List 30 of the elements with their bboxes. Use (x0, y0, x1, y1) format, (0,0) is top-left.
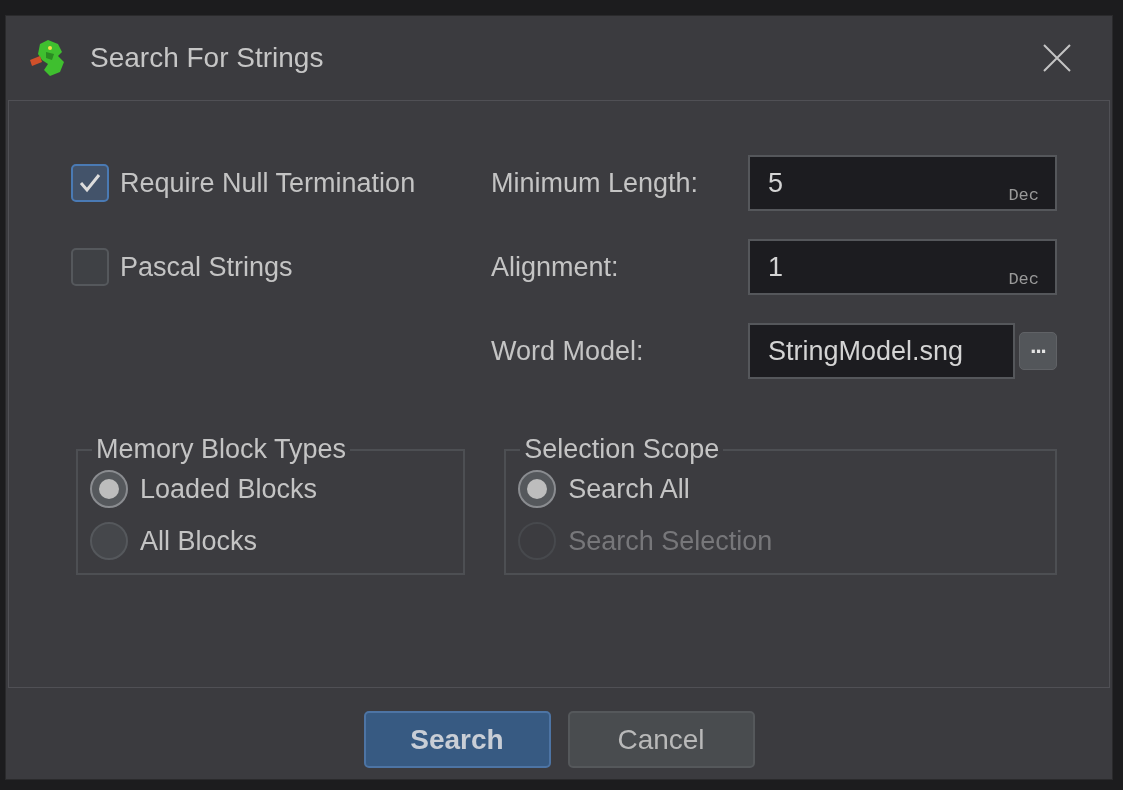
checkbox-label: Require Null Termination (120, 167, 416, 199)
radix-label: Dec (1008, 270, 1039, 289)
radix-label: Dec (1008, 186, 1039, 205)
radio-button[interactable] (518, 470, 557, 508)
close-button[interactable] (1042, 43, 1072, 73)
field-label: Alignment: (491, 251, 620, 283)
window-title: Search For Strings (90, 42, 325, 74)
search-button[interactable]: Search (363, 711, 551, 768)
field-value: 5 (768, 167, 784, 199)
checkbox[interactable] (71, 164, 109, 202)
radio-button[interactable] (90, 522, 128, 560)
field-label: Word Model: (491, 335, 645, 367)
browse-button[interactable]: ... (1019, 332, 1057, 370)
radio-label: Search Selection (568, 525, 773, 557)
radio-label: Loaded Blocks (140, 473, 318, 505)
field-value: 1 (768, 251, 784, 283)
checkbox-label: Pascal Strings (120, 251, 293, 283)
radio-label: Search All (568, 473, 690, 505)
radio-button[interactable] (90, 470, 128, 508)
close-icon (1042, 43, 1072, 73)
input-field[interactable]: 1 Dec (748, 239, 1057, 295)
check-icon (78, 171, 102, 195)
group-title: Selection Scope (523, 434, 721, 465)
checkbox[interactable] (71, 248, 109, 286)
input-field[interactable]: 5 Dec (748, 155, 1057, 211)
radio-label: All Blocks (140, 525, 258, 557)
field-label: Minimum Length: (491, 167, 700, 199)
input-field[interactable]: StringModel.sng (748, 323, 1015, 379)
cancel-button[interactable]: Cancel (567, 711, 755, 768)
group-title: Memory Block Types (95, 434, 348, 465)
